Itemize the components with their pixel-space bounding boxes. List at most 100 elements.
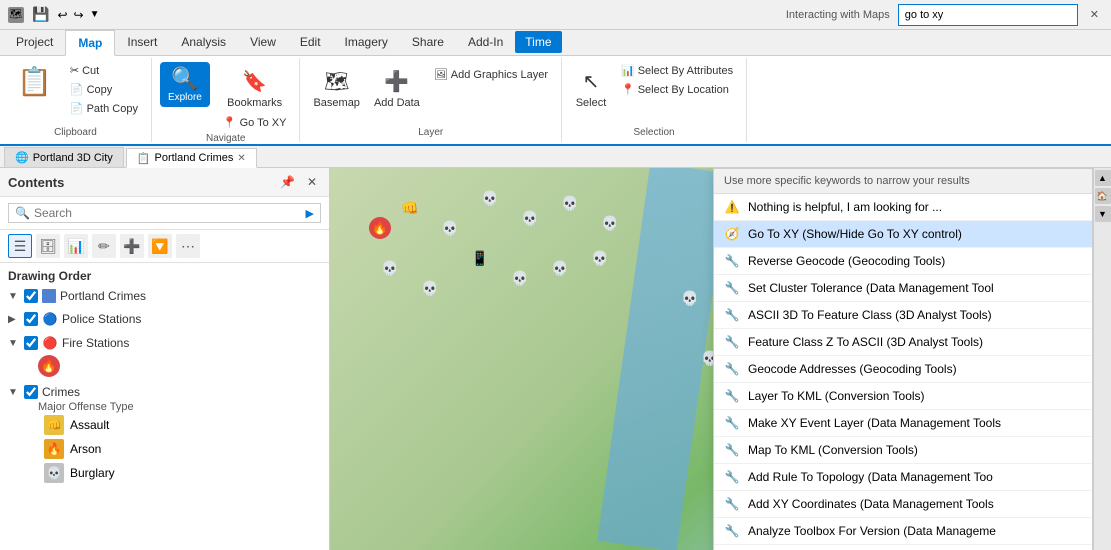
marker-5[interactable]: 💀 <box>561 194 579 212</box>
search-result-toolbox[interactable]: 🔧 Analyze Toolbox For Version (Data Mana… <box>714 518 1092 545</box>
search-result-goto-xy[interactable]: 🧭 Go To XY (Show/Hide Go To XY control) <box>714 221 1092 248</box>
chart-view-btn[interactable]: 📊 <box>64 234 88 258</box>
marker-20[interactable]: 💀 <box>681 289 699 307</box>
right-strip-btn-2[interactable]: 🏠 <box>1095 188 1111 204</box>
tab-project[interactable]: Project <box>4 29 65 55</box>
search-result-cluster[interactable]: 🔧 Set Cluster Tolerance (Data Management… <box>714 275 1092 302</box>
map-tab-crimes[interactable]: 📋 Portland Crimes ✕ <box>126 148 257 168</box>
dropdown-arrow-icon[interactable]: ▼ <box>90 9 100 20</box>
cut-copy-group: ✂ Cut 📄 Copy 📄 Path Copy <box>65 62 143 117</box>
top-search-input[interactable] <box>898 4 1078 26</box>
search-result-topology[interactable]: 🔧 Add Rule To Topology (Data Management … <box>714 464 1092 491</box>
tab-time[interactable]: Time <box>515 31 561 53</box>
layer-item-crimes-parent[interactable]: ▼ Crimes <box>8 383 321 401</box>
right-strip-btn-1[interactable]: ▲ <box>1095 170 1111 186</box>
crime-burglary: 💀 Burglary <box>8 461 321 485</box>
search-clear-icon[interactable]: ✕ <box>1086 6 1103 23</box>
map-tab-3dcity[interactable]: 🌐 Portland 3D City <box>4 147 124 167</box>
search-result-geocode[interactable]: 🔧 Geocode Addresses (Geocoding Tools) <box>714 356 1092 383</box>
marker-9[interactable]: 📱 <box>471 249 489 267</box>
filter-btn[interactable]: 🔽 <box>148 234 172 258</box>
police-checkbox[interactable] <box>24 312 38 326</box>
paste-button[interactable]: 📋 <box>8 62 61 101</box>
map-area[interactable]: 👊 💀 💀 💀 💀 💀 💀 💀 📱 💀 💀 💀 💀 💀 💀 💀 💀 💀 💀 💀 … <box>330 168 1093 550</box>
explore-label: Explore <box>168 92 202 103</box>
right-strip-btn-3[interactable]: ▼ <box>1095 206 1111 222</box>
tab-insert[interactable]: Insert <box>115 29 169 55</box>
fire-checkbox[interactable] <box>24 336 38 350</box>
expand-police-icon[interactable]: ▶ <box>8 314 20 325</box>
tab-edit[interactable]: Edit <box>288 29 333 55</box>
layer-item-portland-crimes[interactable]: ▼ Portland Crimes <box>8 287 321 305</box>
tab-map[interactable]: Map <box>65 30 115 56</box>
sidebar-search-input[interactable] <box>34 206 302 220</box>
tab-addin[interactable]: Add-In <box>456 29 515 55</box>
select-by-attr-button[interactable]: 📊 Select By Attributes <box>616 62 738 79</box>
search-result-xy-coords[interactable]: 🔧 Add XY Coordinates (Data Management To… <box>714 491 1092 518</box>
add-data-button[interactable]: ➕ Add Data <box>369 62 425 112</box>
crimes-checkbox[interactable] <box>24 289 38 303</box>
fire-station-1[interactable]: 🔥 <box>369 217 391 239</box>
marker-2[interactable]: 💀 <box>441 219 459 237</box>
tab-imagery[interactable]: Imagery <box>333 29 400 55</box>
tab-share[interactable]: Share <box>400 29 456 55</box>
search-result-layer-kml[interactable]: 🔧 Layer To KML (Conversion Tools) <box>714 383 1092 410</box>
sidebar-pin-btn[interactable]: 📌 <box>276 174 299 190</box>
search-result-map-kml[interactable]: 🔧 Map To KML (Conversion Tools) <box>714 437 1092 464</box>
goto-xy-button[interactable]: 📍 Go To XY <box>218 114 292 131</box>
basemap-icon: 🗺 <box>321 65 353 97</box>
edit-view-btn[interactable]: ✏ <box>92 234 116 258</box>
marker-12[interactable]: 💀 <box>591 249 609 267</box>
tab-view[interactable]: View <box>238 29 288 55</box>
expand-fire-icon[interactable]: ▼ <box>8 338 20 349</box>
goto-xy-label: Go To XY <box>240 117 287 129</box>
expand-crimes-icon[interactable]: ▼ <box>8 291 20 302</box>
marker-4[interactable]: 💀 <box>521 209 539 227</box>
cylinder-view-btn[interactable]: 🗄 <box>36 234 60 258</box>
sidebar-close-btn[interactable]: ✕ <box>303 174 321 190</box>
marker-7[interactable]: 💀 <box>381 259 399 277</box>
layer-item-fire[interactable]: ▼ 🔴 Fire Stations <box>8 333 321 353</box>
add-data-label: Add Data <box>374 97 420 109</box>
search-result-xy-event[interactable]: 🔧 Make XY Event Layer (Data Management T… <box>714 410 1092 437</box>
crimes-parent-checkbox[interactable] <box>24 385 38 399</box>
basemap-button[interactable]: 🗺 Basemap <box>308 62 364 112</box>
select-button[interactable]: ↖ Select <box>570 62 612 112</box>
select-by-loc-button[interactable]: 📍 Select By Location <box>616 81 738 98</box>
navigate-items: 🔍 Explore 🔖 Bookmarks 📍 Go To XY <box>160 62 292 131</box>
redo-icon[interactable]: ↪ <box>74 8 84 22</box>
marker-10[interactable]: 💀 <box>511 269 529 287</box>
save-icon[interactable]: 💾 <box>32 6 49 23</box>
marker-1[interactable]: 👊 <box>401 199 419 217</box>
expand-crimes-parent-icon[interactable]: ▼ <box>8 387 20 398</box>
search-result-reverse-geocode[interactable]: 🔧 Reverse Geocode (Geocoding Tools) <box>714 248 1092 275</box>
tab-analysis[interactable]: Analysis <box>169 29 238 55</box>
tab-crimes-close[interactable]: ✕ <box>237 153 245 164</box>
cut-button[interactable]: ✂ Cut <box>65 62 143 79</box>
sidebar-search-go[interactable]: ▶ <box>306 207 314 220</box>
search-result-analyze-pro[interactable]: 🔧 Analyze Tools For Pro (Data Management… <box>714 545 1092 550</box>
search-result-feature-z[interactable]: 🔧 Feature Class Z To ASCII (3D Analyst T… <box>714 329 1092 356</box>
add-data-icon: ➕ <box>381 65 413 97</box>
warning-icon: ⚠️ <box>724 199 740 215</box>
crimes-sublabel: Major Offense Type <box>8 401 321 413</box>
marker-11[interactable]: 💀 <box>551 259 569 277</box>
list-view-btn[interactable]: ☰ <box>8 234 32 258</box>
options-btn[interactable]: ⋯ <box>176 234 200 258</box>
undo-icon[interactable]: ↩ <box>57 8 67 22</box>
search-result-nothing[interactable]: ⚠️ Nothing is helpful, I am looking for … <box>714 194 1092 221</box>
search-result-ascii3d[interactable]: 🔧 ASCII 3D To Feature Class (3D Analyst … <box>714 302 1092 329</box>
fire-symbol: 🔥 <box>8 355 321 377</box>
layer-item-police[interactable]: ▶ 🔵 Police Stations <box>8 309 321 329</box>
copy-button[interactable]: 📄 Copy <box>65 81 143 98</box>
top-search-area: Interacting with Maps ✕ <box>786 4 1103 26</box>
path-copy-button[interactable]: 📄 Path Copy <box>65 100 143 117</box>
explore-button[interactable]: 🔍 Explore <box>160 62 210 107</box>
marker-8[interactable]: 💀 <box>421 279 439 297</box>
add-graphics-button[interactable]: 🖼 Add Graphics Layer <box>429 66 553 83</box>
layer-group-police: ▶ 🔵 Police Stations <box>0 307 329 331</box>
bookmarks-button[interactable]: 🔖 Bookmarks <box>218 62 292 112</box>
marker-6[interactable]: 💀 <box>601 214 619 232</box>
marker-3[interactable]: 💀 <box>481 189 499 207</box>
add-layer-btn[interactable]: ➕ <box>120 234 144 258</box>
